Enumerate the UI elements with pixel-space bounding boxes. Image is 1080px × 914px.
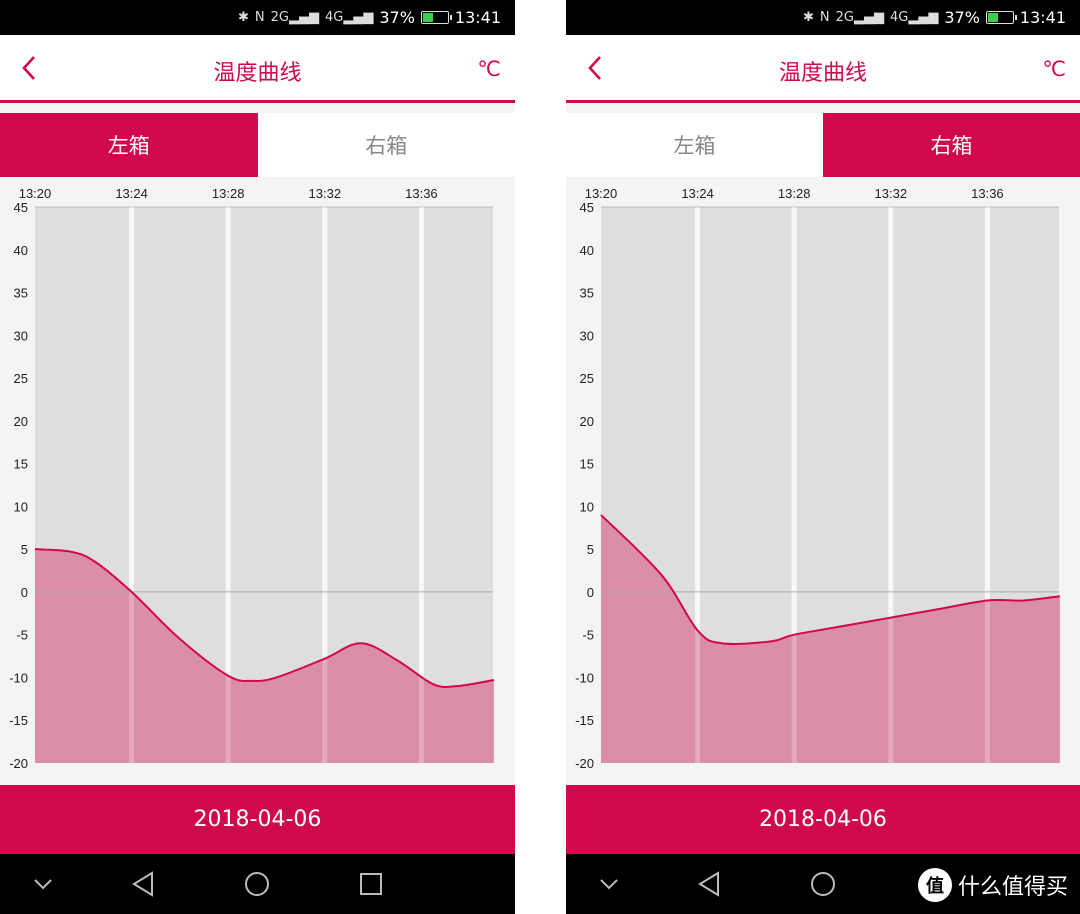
chevron-down-icon[interactable] (27, 868, 59, 900)
bluetooth-icon: ✱ (237, 10, 249, 25)
date-selector-button[interactable]: 2018-04-06 (566, 785, 1080, 854)
y-tick-label: 20 (14, 414, 28, 429)
x-tick-label: 13:20 (19, 186, 52, 201)
band-separator (418, 207, 424, 763)
y-tick-label: 10 (14, 499, 28, 514)
battery-percent: 37% (944, 8, 980, 27)
date-selector-button[interactable]: 2018-04-06 (0, 785, 515, 854)
watermark-text: 什么值得买 (957, 875, 1068, 900)
x-tick-label: 13:28 (212, 186, 245, 201)
app-bar: 温度曲线 ℃ (566, 35, 1080, 103)
temperature-chart: 45 40 35 30 25 20 15 10 5 0 -5 -10 -15 -20 13:20 13:24 1… (0, 177, 515, 785)
chart-svg: 45 40 35 30 25 20 15 10 5 0 -5 -10 -15 -20 13:20 13:24 1… (9, 186, 495, 771)
bluetooth-icon: ✱ (802, 10, 814, 25)
nfc-icon: N (254, 10, 265, 25)
x-tick-label: 13:36 (405, 186, 438, 201)
band-separator (129, 207, 135, 763)
clock: 13:41 (454, 8, 501, 27)
x-tick-label: 13:36 (971, 186, 1004, 201)
app-bar: 温度曲线 ℃ (0, 35, 515, 103)
y-tick-label: 45 (14, 200, 28, 215)
home-circle-icon[interactable] (807, 868, 839, 900)
x-tick-label: 13:28 (778, 186, 811, 201)
battery-icon (985, 11, 1017, 24)
y-tick-label: 5 (587, 542, 594, 557)
y-tick-label: -5 (16, 628, 28, 643)
x-tick-label: 13:20 (585, 186, 618, 201)
battery-percent: 37% (379, 8, 415, 27)
plot-band (423, 207, 493, 763)
chevron-down-icon[interactable] (593, 868, 625, 900)
band-separator (225, 207, 231, 763)
y-tick-label: 40 (14, 243, 28, 258)
system-nav-bar (0, 854, 515, 914)
nfc-icon: N (819, 10, 830, 25)
y-tick-label: 35 (580, 286, 594, 301)
signal-2g-icon: 2G▂▄▆ (835, 10, 884, 25)
y-tick-label: -15 (9, 713, 28, 728)
x-tick-label: 13:32 (309, 186, 342, 201)
page-title: 温度曲线 (213, 61, 302, 86)
box-tabs: 左箱 右箱 (0, 113, 515, 177)
y-tick-label: 35 (14, 286, 28, 301)
band-separator (888, 207, 894, 763)
y-tick-label: 15 (14, 457, 28, 472)
x-tick-label: 13:32 (875, 186, 908, 201)
home-circle-icon[interactable] (241, 868, 273, 900)
signal-2g-icon: 2G▂▄▆ (270, 10, 319, 25)
y-tick-label: -20 (9, 756, 28, 771)
back-triangle-icon[interactable] (693, 868, 725, 900)
band-separator (791, 207, 797, 763)
chart-svg: 45 40 35 30 25 20 15 10 5 0 -5 -10 -15 -20 13:20 13:24 1… (575, 186, 1060, 771)
unit-toggle-button[interactable]: ℃ (477, 57, 501, 81)
signal-4g-icon: 4G▂▄▆ (324, 10, 374, 25)
y-tick-label: -10 (9, 670, 28, 685)
status-bar: ✱ N 2G▂▄▆ 4G▂▄▆ 37% 13:41 (566, 0, 1080, 35)
y-tick-label: -10 (575, 670, 594, 685)
y-tick-label: -20 (575, 756, 594, 771)
y-tick-label: 40 (580, 243, 594, 258)
x-tick-label: 13:24 (681, 186, 714, 201)
y-tick-label: 0 (21, 585, 28, 600)
band-separator (322, 207, 328, 763)
temperature-chart: 45 40 35 30 25 20 15 10 5 0 -5 -10 -15 -20 13:20 13:24 1… (566, 177, 1080, 785)
page-title: 温度曲线 (778, 61, 867, 86)
x-tick-label: 13:24 (115, 186, 148, 201)
back-triangle-icon[interactable] (127, 868, 159, 900)
recents-square-icon[interactable] (355, 868, 387, 900)
box-tabs: 左箱 右箱 (566, 113, 1080, 177)
y-tick-label: 0 (587, 585, 594, 600)
y-tick-label: 25 (580, 371, 594, 386)
y-tick-label: 25 (14, 371, 28, 386)
watermark: 值 什么值得买 (917, 868, 1068, 902)
y-tick-label: 45 (580, 200, 594, 215)
tab-left-box[interactable]: 左箱 (0, 113, 258, 177)
y-tick-label: 10 (580, 499, 594, 514)
y-tick-label: 30 (580, 328, 594, 343)
tab-right-box[interactable]: 右箱 (823, 113, 1080, 177)
unit-toggle-button[interactable]: ℃ (1042, 57, 1066, 81)
tab-right-box[interactable]: 右箱 (257, 113, 515, 177)
y-tick-label: 20 (580, 414, 594, 429)
phone-screen-right: ✱ N 2G▂▄▆ 4G▂▄▆ 37% 13:41 温度曲线 ℃ 左箱 右箱 4… (566, 0, 1080, 914)
signal-4g-icon: 4G▂▄▆ (889, 10, 939, 25)
band-separator (984, 207, 990, 763)
status-bar: ✱ N 2G▂▄▆ 4G▂▄▆ 37% 13:41 (0, 0, 515, 35)
y-tick-label: -5 (582, 628, 594, 643)
y-tick-label: 30 (14, 328, 28, 343)
watermark-logo-icon: 值 (917, 868, 952, 902)
tab-left-box[interactable]: 左箱 (566, 113, 823, 177)
y-tick-label: 15 (580, 457, 594, 472)
band-separator (695, 207, 701, 763)
clock: 13:41 (1019, 8, 1066, 27)
y-tick-label: -15 (575, 713, 594, 728)
phone-screen-left: ✱ N 2G▂▄▆ 4G▂▄▆ 37% 13:41 温度曲线 ℃ 左箱 右箱 4… (0, 0, 515, 914)
y-tick-label: 5 (21, 542, 28, 557)
battery-icon (420, 11, 452, 24)
